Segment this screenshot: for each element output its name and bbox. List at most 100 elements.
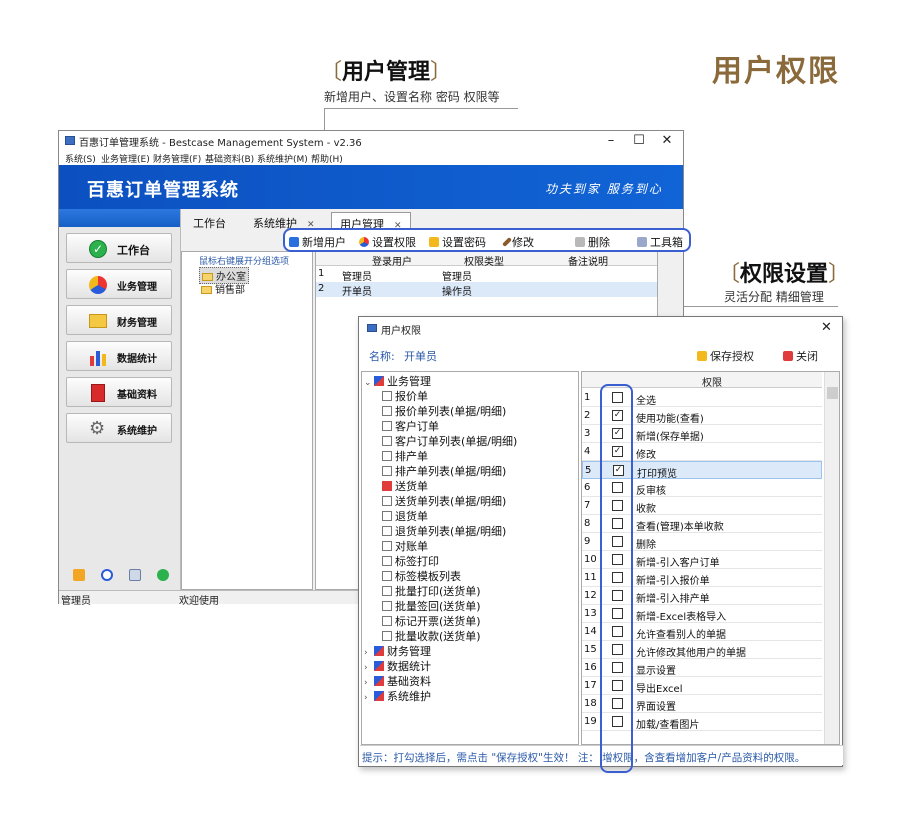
add-user-button[interactable]: 新增用户: [289, 234, 346, 250]
menu-maintenance[interactable]: 系统维护(M): [257, 152, 308, 165]
form-icon: [382, 631, 392, 641]
tree-node-finance[interactable]: › 财务管理: [364, 643, 431, 658]
minimize-button[interactable]: –: [597, 132, 625, 150]
callout-user-title: 用户管理: [342, 60, 431, 85]
table-row[interactable]: 1 管理员 管理员: [316, 267, 657, 283]
toolbox-button[interactable]: 工具箱: [637, 234, 683, 250]
tree-leaf[interactable]: 退货单列表(单据/明细): [382, 523, 506, 538]
chevron-right-icon[interactable]: ›: [364, 678, 374, 688]
tree-node-statistics[interactable]: › 数据统计: [364, 658, 431, 673]
scrollbar-thumb[interactable]: [827, 387, 838, 399]
tree-leaf[interactable]: 排产单列表(单据/明细): [382, 463, 506, 478]
permission-label: 全选: [636, 396, 656, 407]
menu-basic-data[interactable]: 基础资料(B): [205, 152, 254, 165]
tree-label: 标签打印: [395, 555, 439, 568]
window-close-button[interactable]: ✕: [653, 132, 681, 150]
column-header: 权限: [702, 378, 722, 389]
tree-leaf[interactable]: 批量收款(送货单): [382, 628, 481, 643]
nav-label: 工作台: [117, 244, 150, 257]
permission-label: 允许查看别人的单据: [636, 630, 726, 641]
tree-leaf[interactable]: 客户订单: [382, 418, 439, 433]
form-icon: [382, 406, 392, 416]
main-window-title: 百惠订单管理系统 - Bestcase Management System - …: [79, 138, 362, 149]
nav-maintenance[interactable]: ⚙ 系统维护: [66, 413, 172, 443]
table-row[interactable]: 2 开单员 操作员: [316, 282, 657, 298]
tree-label: 业务管理: [387, 375, 431, 388]
tree-leaf[interactable]: 报价单列表(单据/明细): [382, 403, 506, 418]
tree-leaf[interactable]: 批量打印(送货单): [382, 583, 481, 598]
tree-leaf[interactable]: 标记开票(送货单): [382, 613, 481, 628]
tray-window-icon[interactable]: [129, 569, 141, 581]
nav-label: 业务管理: [117, 282, 157, 293]
tree-label: 对账单: [395, 540, 428, 553]
name-value: 开单员: [404, 350, 437, 363]
save-authorization-button[interactable]: 保存授权: [697, 348, 754, 364]
permission-label: 收款: [636, 504, 656, 515]
nav-statistics[interactable]: 数据统计: [66, 341, 172, 371]
set-password-button[interactable]: 设置密码: [429, 234, 486, 250]
menu-help[interactable]: 帮助(H): [311, 152, 343, 165]
group-tree-panel: [181, 251, 313, 590]
permission-label: 新增-Excel表格导入: [636, 612, 727, 623]
form-icon: [382, 511, 392, 521]
form-icon: [382, 496, 392, 506]
tray-note-icon[interactable]: [73, 569, 85, 581]
callout-user-subtitle: 新增用户、设置名称 密码 权限等: [324, 90, 500, 104]
menu-system[interactable]: 系统(S): [65, 152, 96, 165]
tree-label: 排产单列表(单据/明细): [395, 465, 507, 478]
chevron-right-icon[interactable]: ›: [364, 663, 374, 673]
tree-node-basic-data[interactable]: › 基础资料: [364, 673, 431, 688]
folder-icon: [201, 286, 212, 294]
status-message: 欢迎使用: [179, 596, 219, 607]
tree-leaf[interactable]: 客户订单列表(单据/明细): [382, 433, 517, 448]
nav-finance[interactable]: 财务管理: [66, 305, 172, 335]
maximize-button[interactable]: ☐: [625, 132, 653, 150]
permission-label: 导出Excel: [636, 684, 683, 695]
cell-user: 开单员: [342, 287, 372, 298]
form-icon: [382, 616, 392, 626]
close-button[interactable]: 关闭: [783, 348, 818, 364]
button-label: 保存授权: [710, 350, 754, 363]
lock-icon: [697, 351, 707, 361]
edit-button[interactable]: 修改: [502, 234, 534, 250]
delete-button[interactable]: 删除: [575, 234, 610, 250]
tree-leaf[interactable]: 送货单列表(单据/明细): [382, 493, 506, 508]
close-icon: [783, 351, 793, 361]
nav-workbench[interactable]: ✓ 工作台: [66, 233, 172, 263]
nav-business[interactable]: 业务管理: [66, 269, 172, 299]
chevron-right-icon[interactable]: ›: [364, 693, 374, 703]
form-icon: [382, 571, 392, 581]
form-icon: [382, 601, 392, 611]
form-icon: [382, 391, 392, 401]
module-icon: [374, 661, 384, 671]
chevron-down-icon[interactable]: ⌄: [364, 378, 374, 388]
group-item[interactable]: 销售部: [199, 281, 247, 296]
tree-label: 批量签回(送货单): [395, 600, 481, 613]
tree-node-business[interactable]: ⌄ 业务管理: [364, 373, 431, 388]
tree-leaf[interactable]: 报价单: [382, 388, 428, 403]
tree-leaf[interactable]: 标签打印: [382, 553, 439, 568]
tray-clock-icon[interactable]: [101, 569, 113, 581]
menu-finance[interactable]: 财务管理(F): [153, 152, 201, 165]
tab-workbench[interactable]: 工作台: [185, 212, 234, 232]
tree-leaf[interactable]: 对账单: [382, 538, 428, 553]
nav-label: 基础资料: [117, 390, 157, 401]
set-permission-button[interactable]: 设置权限: [359, 234, 416, 250]
permission-label: 显示设置: [636, 666, 676, 677]
tree-leaf-selected[interactable]: 送货单: [382, 478, 428, 493]
tree-leaf[interactable]: 退货单: [382, 508, 428, 523]
tree-node-maintenance[interactable]: › 系统维护: [364, 688, 431, 703]
vertical-scrollbar[interactable]: [824, 372, 839, 744]
tree-label: 退货单: [395, 510, 428, 523]
form-icon: [382, 466, 392, 476]
tree-leaf[interactable]: 标签模板列表: [382, 568, 461, 583]
chevron-right-icon[interactable]: ›: [364, 648, 374, 658]
nav-basic-data[interactable]: 基础资料: [66, 377, 172, 407]
menu-business[interactable]: 业务管理(E): [101, 152, 150, 165]
tree-leaf[interactable]: 批量签回(送货单): [382, 598, 481, 613]
tray-refresh-icon[interactable]: [157, 569, 169, 581]
permission-label: 新增(保存单据): [636, 432, 704, 443]
dialog-close-icon[interactable]: ✕: [821, 320, 832, 335]
tree-leaf[interactable]: 排产单: [382, 448, 428, 463]
app-name: 百惠订单管理系统: [87, 180, 239, 201]
